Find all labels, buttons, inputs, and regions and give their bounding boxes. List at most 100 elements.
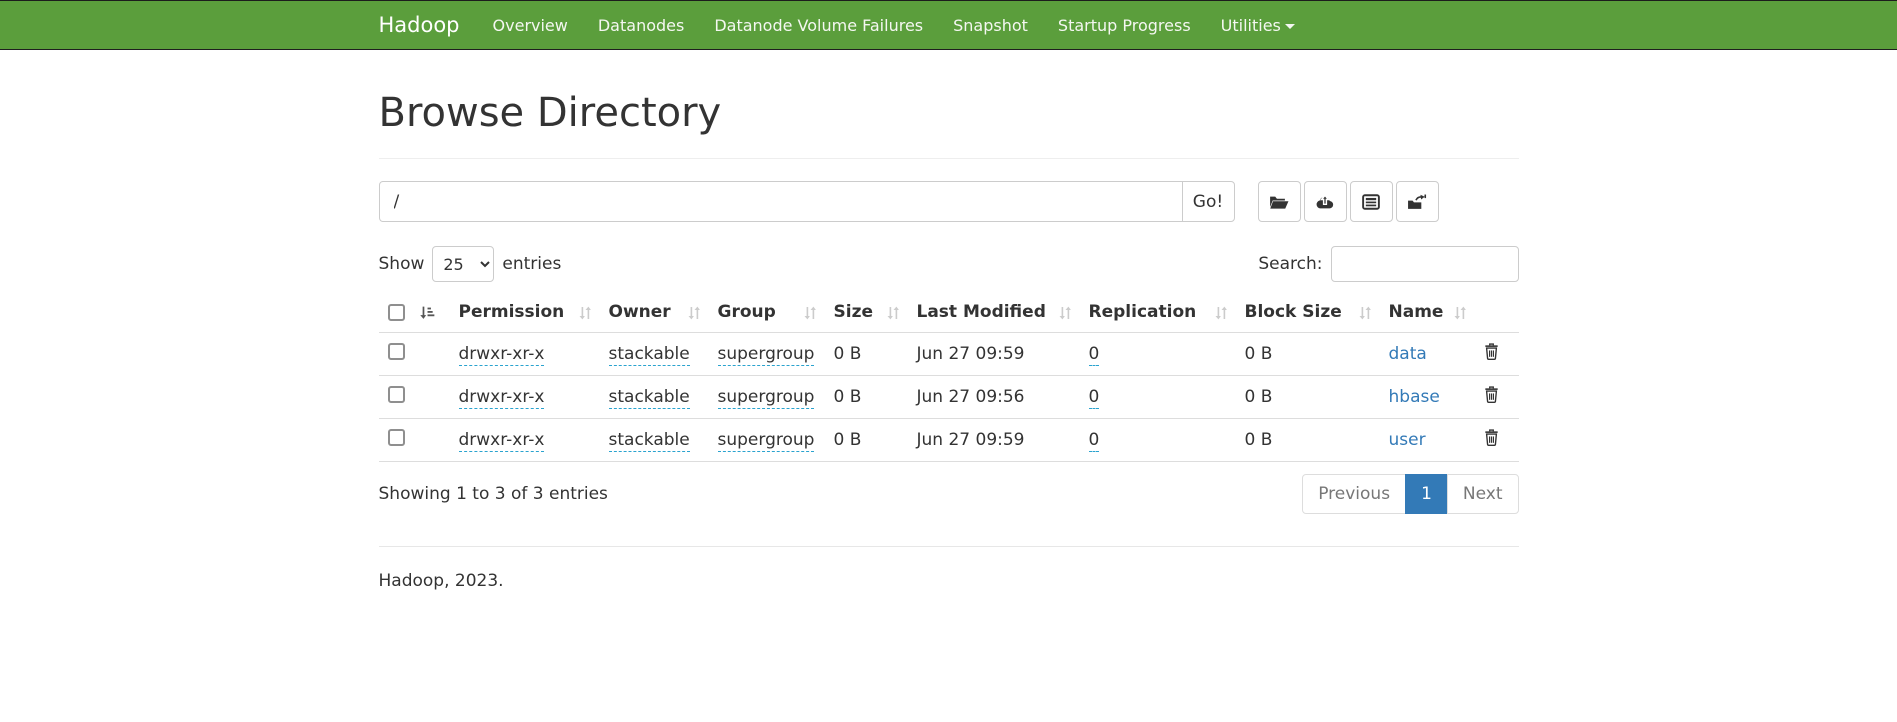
permission-editable[interactable]: drwxr-xr-x (459, 387, 545, 409)
trash-icon (1484, 343, 1499, 360)
next-page-link[interactable]: Next (1447, 474, 1519, 514)
path-bar: Go! (379, 181, 1519, 222)
pagination-next[interactable]: Next (1448, 474, 1519, 514)
utilities-label: Utilities (1221, 16, 1281, 35)
replication-editable[interactable]: 0 (1089, 344, 1100, 366)
delete-button[interactable] (1484, 343, 1499, 363)
brand-hadoop[interactable]: Hadoop (379, 13, 478, 37)
replication-editable[interactable]: 0 (1089, 387, 1100, 409)
permission-editable[interactable]: drwxr-xr-x (459, 430, 545, 452)
group-editable[interactable]: supergroup (718, 344, 815, 366)
row-checkbox[interactable] (388, 386, 405, 403)
owner-editable[interactable]: stackable (609, 430, 690, 452)
sort-both-icon (803, 306, 817, 320)
page-title: Browse Directory (379, 90, 1519, 136)
entries-label: entries (502, 254, 561, 274)
group-editable[interactable]: supergroup (718, 387, 815, 409)
pagination: Previous 1 Next (1302, 474, 1518, 514)
page-length-control: Show 25 entries (379, 246, 562, 282)
owner-editable[interactable]: stackable (609, 387, 690, 409)
directory-table: Permission Owner Group Size Last Modifie… (379, 294, 1519, 462)
directory-name-link[interactable]: hbase (1389, 387, 1440, 407)
nav-item-datanodes[interactable]: Datanodes (583, 2, 699, 49)
explorer-toolbar (1258, 181, 1442, 222)
directory-name-link[interactable]: user (1389, 430, 1426, 450)
previous-page-link[interactable]: Previous (1302, 474, 1406, 514)
directory-path-input[interactable] (379, 181, 1183, 222)
last-modified-value: Jun 27 09:56 (917, 387, 1025, 407)
title-divider (379, 158, 1519, 159)
nav-item-startup-progress[interactable]: Startup Progress (1043, 2, 1206, 49)
sort-both-icon (578, 306, 592, 320)
delete-button[interactable] (1484, 386, 1499, 406)
trash-icon (1484, 386, 1499, 403)
column-label: Block Size (1245, 302, 1342, 322)
datatable-footer: Showing 1 to 3 of 3 entries Previous 1 N… (379, 474, 1519, 514)
sort-both-icon (687, 306, 701, 320)
sort-both-icon (1058, 306, 1072, 320)
page-length-select[interactable]: 25 (432, 246, 494, 282)
sort-both-icon (886, 306, 900, 320)
sort-both-icon (1358, 306, 1372, 320)
group-editable[interactable]: supergroup (718, 430, 815, 452)
table-row: drwxr-xr-x stackable supergroup 0 B Jun … (379, 376, 1519, 419)
block-size-value: 0 B (1245, 344, 1273, 364)
delete-button[interactable] (1484, 429, 1499, 449)
directory-name-link[interactable]: data (1389, 344, 1427, 364)
replication-editable[interactable]: 0 (1089, 430, 1100, 452)
column-label: Replication (1089, 302, 1197, 322)
trash-icon (1484, 429, 1499, 446)
column-header-group[interactable]: Group (709, 294, 825, 333)
last-modified-value: Jun 27 09:59 (917, 344, 1025, 364)
column-header-name[interactable]: Name (1380, 294, 1475, 333)
block-size-value: 0 B (1245, 430, 1273, 450)
column-header-replication[interactable]: Replication (1080, 294, 1236, 333)
column-label: Last Modified (917, 302, 1046, 322)
table-row: drwxr-xr-x stackable supergroup 0 B Jun … (379, 419, 1519, 462)
size-value: 0 B (834, 344, 862, 364)
list-alt-icon (1362, 194, 1380, 210)
table-search-input[interactable] (1331, 246, 1519, 282)
search-label: Search: (1258, 254, 1322, 274)
column-label: Name (1389, 302, 1444, 322)
go-button[interactable]: Go! (1182, 181, 1235, 222)
page-1-link[interactable]: 1 (1405, 474, 1448, 514)
owner-editable[interactable]: stackable (609, 344, 690, 366)
sort-ascending-icon (419, 305, 435, 320)
column-header-last-modified[interactable]: Last Modified (908, 294, 1080, 333)
folder-move-icon (1407, 194, 1427, 210)
pagination-page-1[interactable]: 1 (1406, 474, 1448, 514)
navbar-links: Overview Datanodes Datanode Volume Failu… (478, 2, 1310, 49)
permission-editable[interactable]: drwxr-xr-x (459, 344, 545, 366)
column-header-select-all[interactable] (379, 294, 450, 333)
column-header-owner[interactable]: Owner (600, 294, 709, 333)
move-directory-button[interactable] (1396, 181, 1439, 222)
table-header-row: Permission Owner Group Size Last Modifie… (379, 294, 1519, 333)
cut-paste-button[interactable] (1350, 181, 1393, 222)
size-value: 0 B (834, 430, 862, 450)
nav-item-snapshot[interactable]: Snapshot (938, 2, 1043, 49)
nav-item-overview[interactable]: Overview (478, 2, 583, 49)
nav-dropdown-utilities[interactable]: Utilities (1206, 2, 1310, 49)
nav-item-datanode-volume-failures[interactable]: Datanode Volume Failures (699, 2, 938, 49)
folder-open-icon (1269, 194, 1289, 210)
column-label: Permission (459, 302, 565, 322)
column-header-permission[interactable]: Permission (450, 294, 600, 333)
sort-both-icon (1214, 306, 1228, 320)
upload-files-button[interactable] (1304, 181, 1347, 222)
table-search-control: Search: (1258, 246, 1518, 282)
create-directory-button[interactable] (1258, 181, 1301, 222)
column-header-block-size[interactable]: Block Size (1236, 294, 1380, 333)
sort-both-icon (1453, 306, 1467, 320)
block-size-value: 0 B (1245, 387, 1273, 407)
row-checkbox[interactable] (388, 343, 405, 360)
footer-text: Hadoop, 2023. (379, 547, 1519, 631)
datatable-controls: Show 25 entries Search: (379, 246, 1519, 282)
row-checkbox[interactable] (388, 429, 405, 446)
cloud-upload-icon (1315, 194, 1335, 210)
show-label: Show (379, 254, 425, 274)
select-all-checkbox[interactable] (388, 304, 405, 321)
column-label: Owner (609, 302, 671, 322)
column-header-size[interactable]: Size (825, 294, 908, 333)
pagination-previous[interactable]: Previous (1302, 474, 1406, 514)
